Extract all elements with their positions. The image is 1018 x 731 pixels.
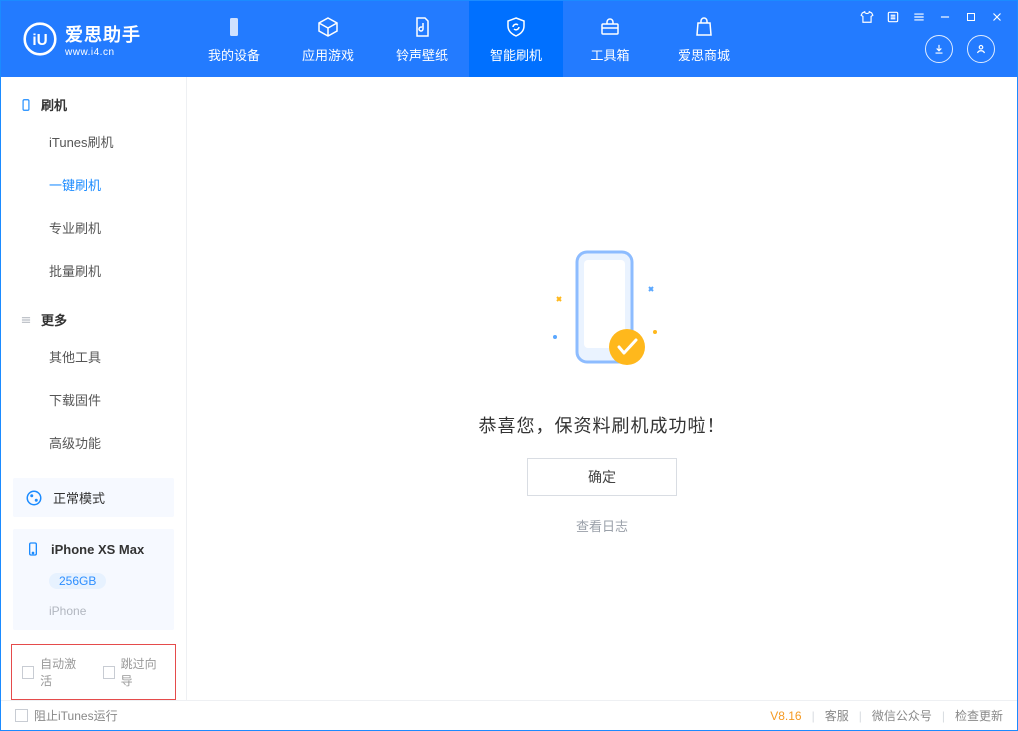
sidebar-group-more: 更多: [1, 306, 186, 335]
success-message: 恭喜您，保资料刷机成功啦！: [479, 412, 726, 438]
sidebar: 刷机 iTunes刷机 一键刷机 专业刷机 批量刷机 更多 其他工具 下载固件 …: [1, 77, 187, 700]
sidebar-item-other[interactable]: 其他工具: [1, 335, 186, 378]
mode-icon: [25, 489, 43, 507]
nav-flash[interactable]: 智能刷机: [469, 1, 563, 77]
sidebar-item-batch[interactable]: 批量刷机: [1, 249, 186, 292]
sidebar-group-label: 刷机: [41, 95, 67, 114]
minimize-icon[interactable]: [937, 9, 953, 25]
nav-label: 智能刷机: [490, 45, 542, 64]
device-name: iPhone XS Max: [51, 542, 144, 557]
bag-icon: [692, 15, 716, 39]
confirm-button[interactable]: 确定: [527, 458, 677, 496]
titlebar: [859, 9, 1005, 25]
sidebar-item-pro[interactable]: 专业刷机: [1, 206, 186, 249]
sidebar-item-firmware[interactable]: 下载固件: [1, 378, 186, 421]
checkbox-label: 跳过向导: [121, 655, 165, 689]
shield-refresh-icon: [504, 15, 528, 39]
mode-status[interactable]: 正常模式: [13, 478, 174, 517]
nav-device[interactable]: 我的设备: [187, 1, 281, 77]
close-icon[interactable]: [989, 9, 1005, 25]
nav-media[interactable]: 铃声壁纸: [375, 1, 469, 77]
toolbox-icon: [598, 15, 622, 39]
success-illustration: [537, 242, 667, 392]
nav-store[interactable]: 爱思商城: [657, 1, 751, 77]
mode-label: 正常模式: [53, 488, 105, 507]
music-doc-icon: [410, 15, 434, 39]
user-button[interactable]: [967, 35, 995, 63]
app-url: www.i4.cn: [65, 47, 141, 58]
logo-icon: iU: [23, 22, 57, 56]
sidebar-item-advanced[interactable]: 高级功能: [1, 421, 186, 464]
check-update-link[interactable]: 检查更新: [955, 707, 1003, 724]
header: iU 爱思助手 www.i4.cn 我的设备 应用游戏 铃声壁纸 智能刷机 工具…: [1, 1, 1017, 77]
version-label: V8.16: [770, 709, 801, 723]
svg-text:iU: iU: [32, 32, 47, 49]
list-icon[interactable]: [885, 9, 901, 25]
sidebar-group-label: 更多: [41, 310, 67, 329]
download-button[interactable]: [925, 35, 953, 63]
nav-tools[interactable]: 工具箱: [563, 1, 657, 77]
header-right: [925, 35, 995, 63]
logo: iU 爱思助手 www.i4.cn: [1, 21, 187, 58]
nav-label: 应用游戏: [302, 45, 354, 64]
device-type: iPhone: [49, 604, 86, 618]
checkbox-label: 自动激活: [40, 655, 84, 689]
sidebar-item-oneclick[interactable]: 一键刷机: [1, 163, 186, 206]
device-card[interactable]: iPhone XS Max 256GB iPhone: [13, 529, 174, 630]
maximize-icon[interactable]: [963, 9, 979, 25]
nav-label: 我的设备: [208, 45, 260, 64]
highlighted-options: 自动激活 跳过向导: [11, 644, 176, 700]
hamburger-icon: [19, 313, 33, 327]
cube-icon: [316, 15, 340, 39]
shirt-icon[interactable]: [859, 9, 875, 25]
sidebar-item-itunes[interactable]: iTunes刷机: [1, 120, 186, 163]
nav-label: 工具箱: [590, 45, 629, 64]
checkbox-label: 阻止iTunes运行: [34, 707, 118, 724]
menu-lines-icon[interactable]: [911, 9, 927, 25]
stop-itunes-checkbox[interactable]: 阻止iTunes运行: [15, 707, 118, 724]
nav-label: 爱思商城: [678, 45, 730, 64]
phone-icon: [222, 15, 246, 39]
footer: 阻止iTunes运行 V8.16 | 客服 | 微信公众号 | 检查更新: [1, 700, 1017, 730]
phone-outline-icon: [19, 98, 33, 112]
sidebar-group-flash: 刷机: [1, 91, 186, 120]
body: 刷机 iTunes刷机 一键刷机 专业刷机 批量刷机 更多 其他工具 下载固件 …: [1, 77, 1017, 700]
content: 恭喜您，保资料刷机成功啦！ 确定 查看日志: [187, 77, 1017, 700]
app-name: 爱思助手: [65, 21, 141, 47]
device-capacity: 256GB: [49, 573, 106, 589]
nav-label: 铃声壁纸: [396, 45, 448, 64]
customer-service-link[interactable]: 客服: [825, 707, 849, 724]
view-log-link[interactable]: 查看日志: [576, 516, 628, 535]
wechat-link[interactable]: 微信公众号: [872, 707, 932, 724]
main-nav: 我的设备 应用游戏 铃声壁纸 智能刷机 工具箱 爱思商城: [187, 1, 751, 77]
auto-activate-checkbox[interactable]: 自动激活: [22, 655, 85, 689]
nav-apps[interactable]: 应用游戏: [281, 1, 375, 77]
device-icon: [25, 541, 41, 557]
skip-guide-checkbox[interactable]: 跳过向导: [103, 655, 166, 689]
